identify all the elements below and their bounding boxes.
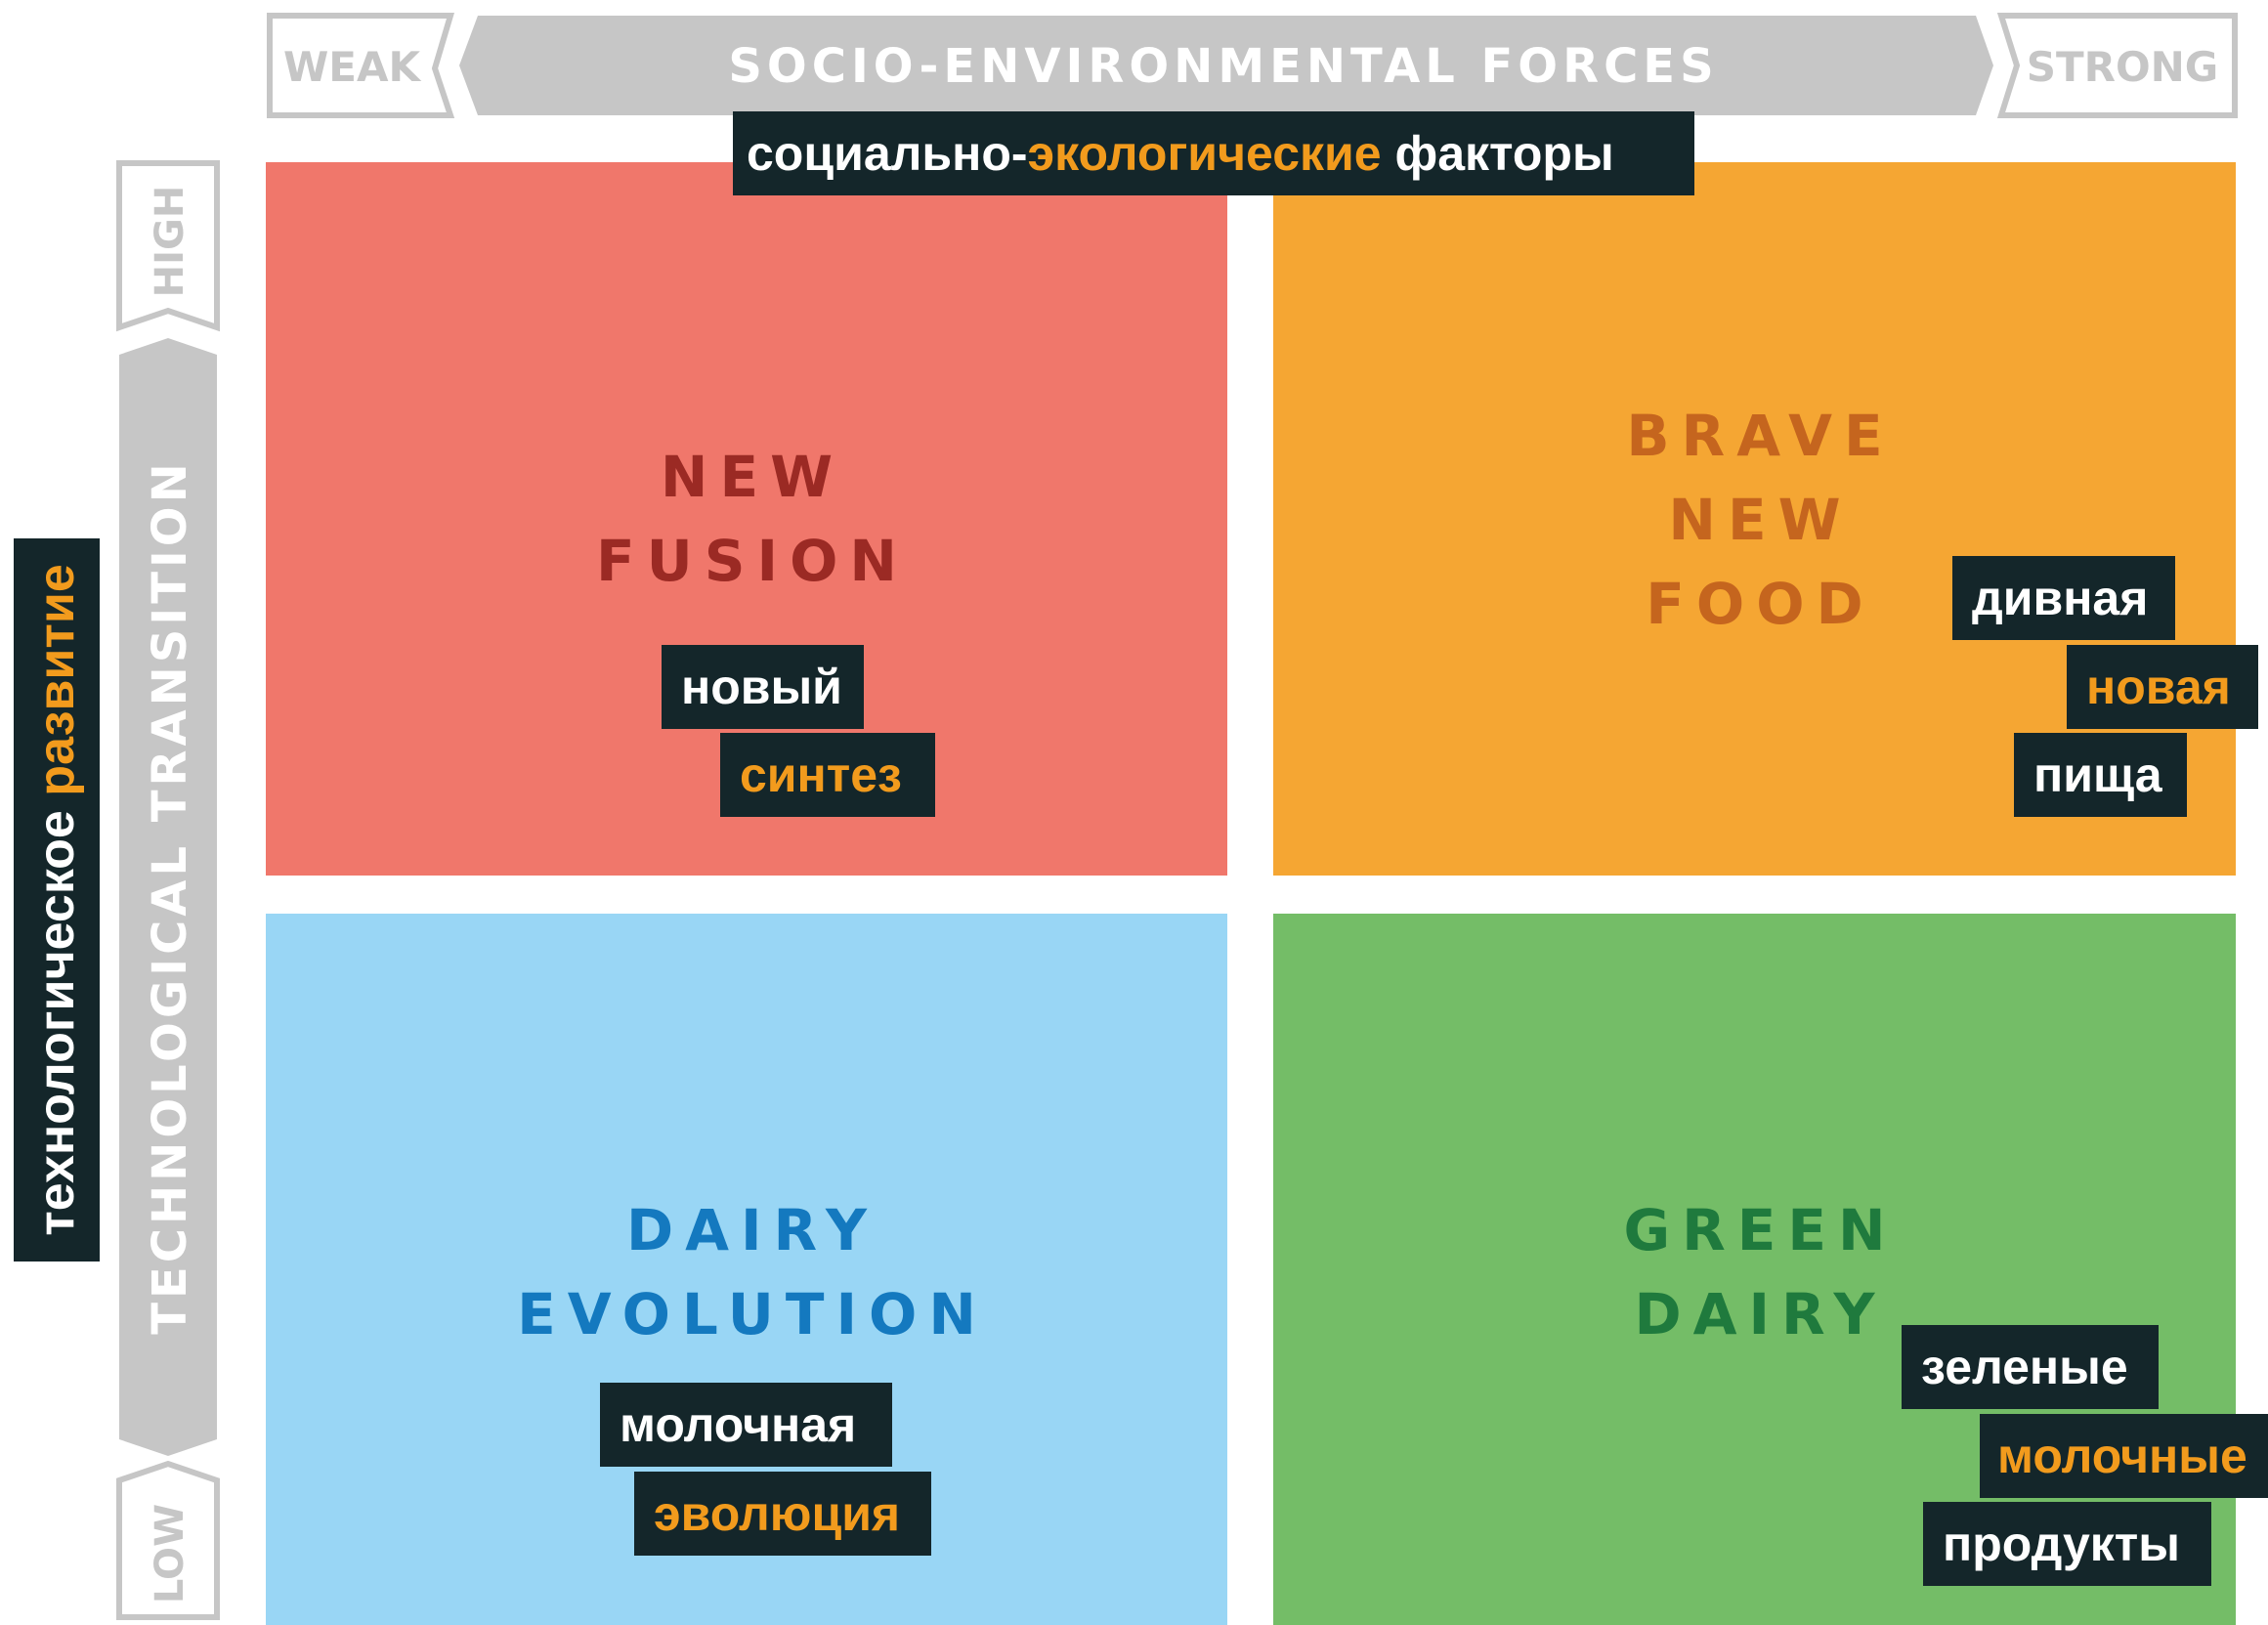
tag-molochnaya: молочная: [600, 1383, 892, 1467]
title-line: NEW: [1668, 487, 1853, 553]
tag-sintez: синтез: [720, 733, 935, 817]
x-axis-title: SOCIO-ENVIRONMENTAL FORCES: [728, 39, 1718, 94]
tag-produkty: продукты: [1923, 1502, 2211, 1586]
tag-novyi: новый: [662, 645, 864, 729]
title-line: GREEN: [1623, 1197, 1898, 1263]
tag-pishcha: пища: [2014, 733, 2187, 817]
y-axis-title: TECHNOLOGICAL TRANSITION: [143, 459, 197, 1335]
tag-zelenye: зеленые: [1902, 1325, 2159, 1409]
title-line: NEW: [660, 444, 845, 510]
y-axis-high-label: HIGH: [148, 186, 193, 298]
title-line: BRAVE: [1626, 403, 1895, 469]
tag-molochnye: молочные: [1980, 1414, 2268, 1498]
x-axis: WEAK SOCIO-ENVIRONMENTAL FORCES STRONG: [267, 13, 2238, 118]
title-line: DAIRY: [625, 1197, 879, 1263]
translation-part-highlight: экологические: [1027, 126, 1382, 181]
title-line: FUSION: [596, 528, 909, 594]
translation-part: социально-: [747, 126, 1028, 181]
quadrant-title: NEW FUSION: [266, 435, 1227, 603]
translation-part: технологическое: [28, 795, 85, 1236]
translation-text: технологическое развитие: [14, 564, 100, 1236]
translation-part-highlight: развитие: [28, 564, 85, 796]
y-axis: HIGH TECHNOLOGICAL TRANSITION LOW: [116, 160, 220, 1620]
translation-part: факторы: [1381, 126, 1614, 181]
tag-divnaya: дивная: [1952, 556, 2175, 640]
x-axis-weak-label: WEAK: [283, 43, 422, 91]
x-axis-strong-label: STRONG: [2027, 43, 2219, 91]
y-axis-low-label: LOW: [148, 1504, 193, 1604]
tag-novaya: новая: [2067, 645, 2258, 729]
tag-evolyutsiya: эволюция: [634, 1472, 931, 1556]
y-axis-translation-tag: технологическое развитие: [14, 538, 100, 1262]
title-line: EVOLUTION: [517, 1281, 988, 1347]
x-axis-translation-tag: социально-экологические факторы: [733, 111, 1694, 195]
quadrant-title: DAIRY EVOLUTION: [266, 1188, 1227, 1356]
